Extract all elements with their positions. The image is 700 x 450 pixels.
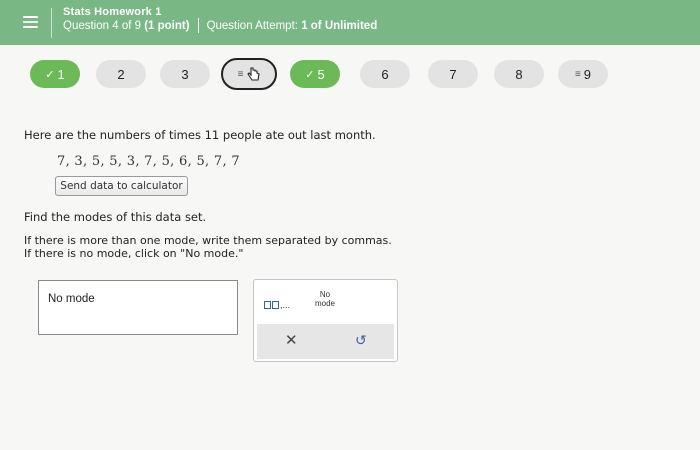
question-nav-label: 8 [515, 66, 523, 82]
homework-title: Stats Homework 1 [63, 6, 162, 18]
question-nav-7[interactable]: 7 [428, 60, 478, 88]
question-nav-label: 5 [317, 66, 325, 82]
attempt-label: Question Attempt: [206, 19, 298, 32]
question-number: Question 4 of 9 [63, 19, 141, 32]
keypad-top-row: ,... No mode [254, 280, 397, 322]
instruction-no-mode: If there is no mode, click on "No mode." [24, 247, 244, 260]
partial-icon: ≡ [237, 68, 244, 80]
send-to-calculator-button[interactable]: Send data to calculator [55, 176, 188, 196]
input-box-icon [272, 301, 279, 309]
keypad-action-row: ✕ ↻ [257, 324, 394, 359]
question-nav-5[interactable]: ✓ 5 [290, 60, 340, 88]
question-nav-1[interactable]: ✓ 1 [30, 60, 80, 88]
question-nav-label: 2 [117, 66, 125, 82]
partial-icon: ≡ [574, 68, 581, 80]
question-prompt: Find the modes of this data set. [24, 210, 207, 224]
question-nav-2[interactable]: 2 [96, 60, 146, 88]
question-info-separator [197, 18, 199, 33]
clear-icon[interactable]: ✕ [285, 331, 298, 349]
hamburger-menu-icon[interactable] [18, 10, 42, 34]
question-info: Question 4 of 9 (1 point) Question Attem… [63, 18, 377, 33]
comma-ellipsis-icon: ,... [280, 300, 291, 310]
answer-input[interactable]: No mode [38, 280, 238, 335]
question-nav-label: 9 [583, 66, 592, 82]
answer-keypad: ,... No mode ✕ ↻ [253, 279, 398, 362]
question-nav-label: 1 [57, 66, 65, 82]
question-nav-9[interactable]: ≡ 9 [558, 60, 608, 88]
problem-intro: Here are the numbers of times 11 people … [24, 128, 376, 142]
no-mode-button[interactable]: No mode [312, 290, 338, 308]
input-box-icon [264, 301, 271, 309]
data-values: 7, 3, 5, 5, 3, 7, 5, 6, 5, 7, 7 [57, 154, 240, 169]
question-nav-3[interactable]: 3 [160, 60, 210, 88]
check-icon: ✓ [45, 68, 55, 81]
question-nav-label: 7 [449, 66, 457, 82]
instructions: If there is more than one mode, write th… [24, 234, 392, 260]
question-nav-label: 3 [181, 66, 189, 82]
question-nav-4[interactable]: ≡ [221, 58, 277, 90]
question-points: (1 point) [144, 19, 190, 32]
no-mode-label-line2: mode [314, 299, 335, 308]
no-mode-label-line1: No [319, 290, 331, 299]
answer-value: No mode [48, 293, 95, 305]
comma-list-button[interactable]: ,... [264, 293, 304, 310]
attempt-value: 1 of Unlimited [301, 19, 378, 32]
question-nav-label: 6 [381, 66, 389, 82]
undo-icon[interactable]: ↻ [355, 332, 367, 349]
cursor-hand-icon [247, 67, 261, 81]
check-icon: ✓ [305, 68, 315, 81]
header-divider [51, 8, 52, 38]
top-bar: Stats Homework 1 Question 4 of 9 (1 poin… [0, 0, 700, 45]
question-navigator: ✓ 1 2 3 ≡ ✓ 5 6 7 8 ≡ 9 [0, 57, 700, 91]
question-nav-6[interactable]: 6 [360, 60, 410, 88]
instruction-commas: If there is more than one mode, write th… [24, 234, 392, 247]
question-nav-8[interactable]: 8 [494, 60, 544, 88]
